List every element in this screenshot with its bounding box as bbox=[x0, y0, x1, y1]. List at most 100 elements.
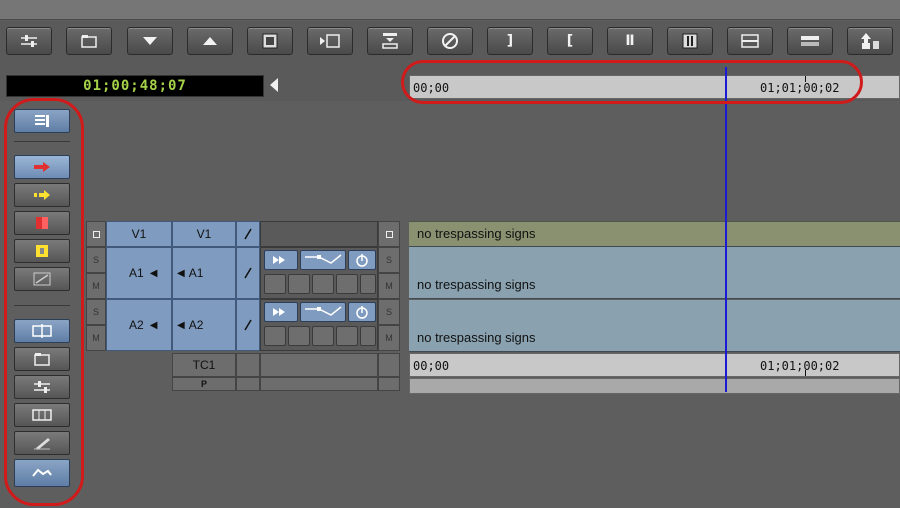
down-arrow-icon[interactable] bbox=[127, 27, 173, 55]
a2-power-icon[interactable] bbox=[348, 302, 376, 322]
sidebar-settings-sliders-icon[interactable] bbox=[14, 375, 70, 399]
a1-record-track[interactable]: ◀ A1 bbox=[172, 247, 236, 299]
a1-slot-2[interactable] bbox=[288, 274, 310, 294]
a1-slot-5[interactable] bbox=[360, 274, 376, 294]
tc-ruler[interactable]: 00;00 01;01;00;02 bbox=[409, 353, 900, 377]
a2-keyframe-icon[interactable] bbox=[264, 302, 298, 322]
scroll-left-arrow-icon[interactable] bbox=[270, 78, 278, 92]
a1-mute-right-button[interactable]: M bbox=[378, 273, 400, 299]
sidebar-bin-icon[interactable] bbox=[14, 347, 70, 371]
tc1-track[interactable]: TC1 bbox=[172, 353, 236, 377]
timeline-view-icon[interactable] bbox=[14, 319, 70, 343]
speaker-icon: ◀ bbox=[177, 319, 185, 331]
speaker-icon: ◀ bbox=[177, 267, 185, 279]
p-spacer bbox=[236, 377, 260, 391]
master-timecode-display[interactable]: 01;00;48;07 bbox=[6, 75, 264, 97]
a1-source-label: A1 bbox=[129, 266, 144, 280]
mark-in-icon[interactable]: [ bbox=[547, 27, 593, 55]
a2-sync-icon[interactable] bbox=[236, 299, 260, 351]
a1-solo-button[interactable]: S bbox=[86, 247, 106, 273]
ruler-start-label: 00;00 bbox=[413, 81, 450, 95]
a1-keyframe-icon[interactable] bbox=[264, 250, 298, 270]
a2-record-track[interactable]: ◀ A2 bbox=[172, 299, 236, 351]
tc-ruler-mark-label: 01;01;00;02 bbox=[760, 359, 840, 373]
v1-sync-icon[interactable] bbox=[236, 221, 260, 247]
up-arrow-icon[interactable] bbox=[187, 27, 233, 55]
a1-rubberband-icon[interactable] bbox=[300, 250, 346, 270]
v1-clip[interactable]: no trespassing signs bbox=[409, 221, 900, 247]
a1-mute-button[interactable]: M bbox=[86, 273, 106, 299]
a2-slot-2[interactable] bbox=[288, 326, 310, 346]
extract-icon[interactable] bbox=[787, 27, 833, 55]
effect-icon[interactable] bbox=[247, 27, 293, 55]
a1-solo-right-button[interactable]: S bbox=[378, 247, 400, 273]
a2-slot-3[interactable] bbox=[312, 326, 334, 346]
a2-solo-right-button[interactable]: S bbox=[378, 299, 400, 325]
a2-solo-button[interactable]: S bbox=[86, 299, 106, 325]
track-selector-panel: V1 V1 S M A1 ◀ ◀ A1 S M S M A2 ◀ ◀ A2 S … bbox=[86, 221, 408, 393]
export-icon[interactable] bbox=[847, 27, 893, 55]
ruler-mark-label: 01;01;00;02 bbox=[760, 81, 840, 95]
timecode-bar: 01;00;48;07 00;00 01;01;00;02 bbox=[0, 67, 900, 101]
a1-slot-3[interactable] bbox=[312, 274, 334, 294]
a1-slot-4[interactable] bbox=[336, 274, 358, 294]
red-clip-segment-icon[interactable] bbox=[14, 211, 70, 235]
tc1-controls bbox=[260, 353, 378, 377]
a2-clip-label: no trespassing signs bbox=[417, 330, 536, 345]
overwrite-icon[interactable] bbox=[367, 27, 413, 55]
v1-source-monitor[interactable]: V1 bbox=[106, 221, 172, 247]
p-controls bbox=[260, 377, 378, 391]
lift-icon[interactable] bbox=[727, 27, 773, 55]
a1-sync-icon[interactable] bbox=[236, 247, 260, 299]
p-track[interactable]: P bbox=[172, 377, 236, 391]
v1-record-track[interactable]: V1 bbox=[172, 221, 236, 247]
yellow-arrow-icon[interactable] bbox=[14, 183, 70, 207]
a2-source-label: A2 bbox=[129, 318, 144, 332]
trim-slope-icon[interactable] bbox=[14, 267, 70, 291]
bin-icon[interactable] bbox=[66, 27, 112, 55]
v1-controls-empty bbox=[260, 221, 378, 247]
timeline-sidebar bbox=[6, 103, 80, 503]
a2-record-label: A2 bbox=[188, 318, 204, 332]
p-end bbox=[378, 377, 400, 391]
a2-clip[interactable]: no trespassing signs bbox=[409, 300, 900, 352]
timeline-ruler[interactable]: 00;00 01;01;00;02 bbox=[409, 75, 900, 99]
top-strip bbox=[0, 0, 900, 20]
tc1-spacer bbox=[236, 353, 260, 377]
pen-icon[interactable] bbox=[14, 431, 70, 455]
a2-slot-4[interactable] bbox=[336, 326, 358, 346]
command-toolbar: ] [ Ⅱ bbox=[0, 21, 900, 67]
a2-mute-button[interactable]: M bbox=[86, 325, 106, 351]
no-entry-icon[interactable] bbox=[427, 27, 473, 55]
a1-clip-label: no trespassing signs bbox=[417, 277, 536, 292]
timeline-menu-icon[interactable] bbox=[14, 109, 70, 133]
position-indicator[interactable] bbox=[725, 67, 727, 392]
a1-power-icon[interactable] bbox=[348, 250, 376, 270]
yellow-clip-segment-icon[interactable] bbox=[14, 239, 70, 263]
speaker-icon: ◀ bbox=[149, 319, 158, 331]
a2-source-track[interactable]: A2 ◀ bbox=[106, 299, 172, 351]
a2-slot-5[interactable] bbox=[360, 326, 376, 346]
speaker-icon: ◀ bbox=[149, 267, 158, 279]
a1-source-track[interactable]: A1 ◀ bbox=[106, 247, 172, 299]
p-ruler[interactable] bbox=[409, 378, 900, 394]
mark-out-icon[interactable]: ] bbox=[487, 27, 533, 55]
timeline-tracks: no trespassing signs no trespassing sign… bbox=[409, 221, 900, 395]
tc1-end bbox=[378, 353, 400, 377]
a2-mute-right-button[interactable]: M bbox=[378, 325, 400, 351]
insert-icon[interactable] bbox=[307, 27, 353, 55]
mark-clip-icon[interactable]: Ⅱ bbox=[607, 27, 653, 55]
waveform-toggle-icon[interactable] bbox=[14, 459, 70, 487]
red-arrow-icon[interactable] bbox=[14, 155, 70, 179]
a1-slot-1[interactable] bbox=[264, 274, 286, 294]
v1-monitor-icon[interactable] bbox=[378, 221, 400, 247]
a1-clip[interactable]: no trespassing signs bbox=[409, 247, 900, 299]
settings-sliders-icon[interactable] bbox=[6, 27, 52, 55]
a2-rubberband-icon[interactable] bbox=[300, 302, 346, 322]
v1-lock-icon[interactable] bbox=[86, 221, 106, 247]
tc-ruler-start-label: 00;00 bbox=[413, 359, 450, 373]
a1-record-label: A1 bbox=[188, 266, 204, 280]
film-strip-icon[interactable] bbox=[14, 403, 70, 427]
a2-slot-1[interactable] bbox=[264, 326, 286, 346]
mark-clip-alt-icon[interactable] bbox=[667, 27, 713, 55]
